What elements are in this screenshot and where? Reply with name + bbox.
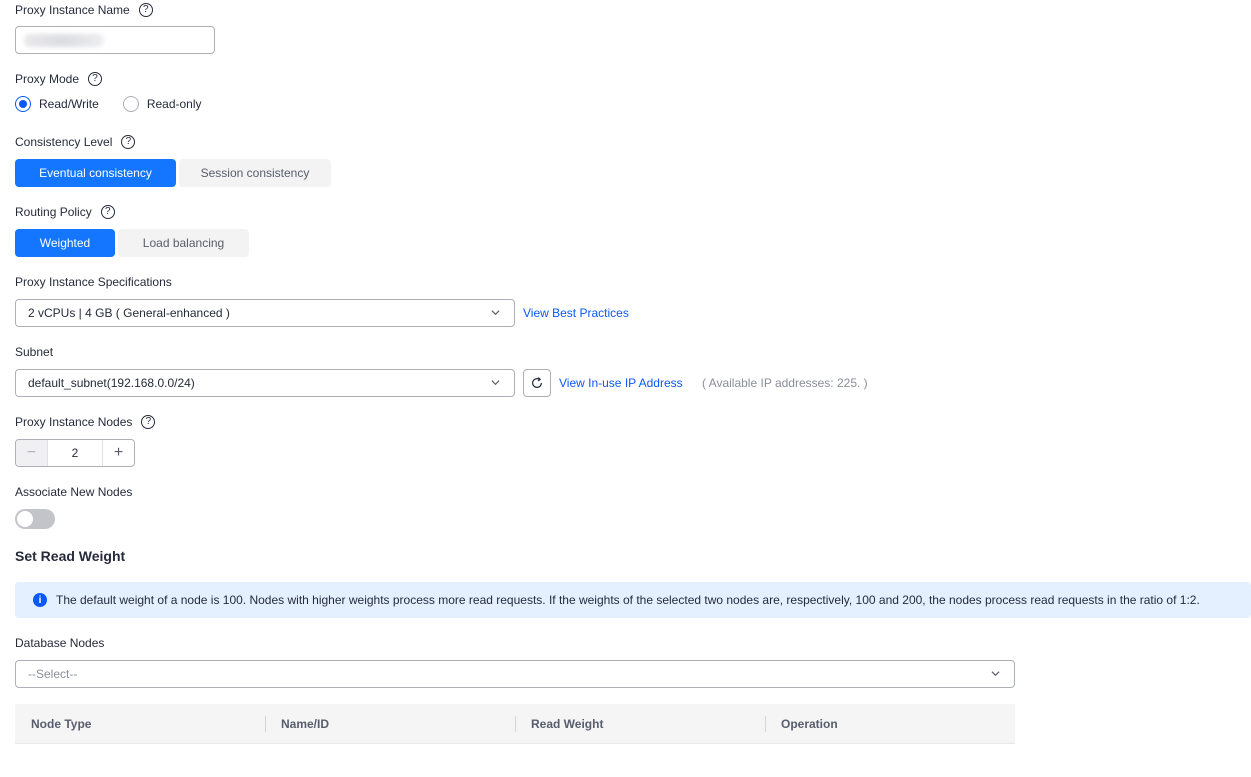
nodes-stepper: − 2 + [15, 439, 135, 467]
refresh-icon [532, 377, 542, 388]
consistency-label-row: Consistency Level ? [15, 134, 136, 150]
specs-select[interactable]: 2 vCPUs | 4 GB ( General-enhanced ) [15, 299, 515, 327]
db-nodes-label: Database Nodes [15, 636, 105, 650]
proxy-name-label: Proxy Instance Name [15, 3, 130, 17]
help-icon[interactable]: ? [138, 3, 153, 17]
decrement-button[interactable]: − [16, 440, 48, 466]
associate-label-row: Associate New Nodes [15, 484, 132, 500]
chevron-down-icon [991, 671, 1000, 677]
column-header-name-id: Name/ID [265, 715, 515, 732]
subnet-value: default_subnet(192.168.0.0/24) [28, 376, 195, 390]
info-icon: i [33, 593, 47, 607]
view-best-practices-link[interactable]: View Best Practices [523, 306, 629, 320]
radio-read-write[interactable]: Read/Write [15, 96, 99, 112]
section-title: Set Read Weight [15, 548, 126, 564]
help-icon[interactable]: ? [141, 415, 156, 429]
specs-label: Proxy Instance Specifications [15, 275, 172, 289]
column-header-operation: Operation [765, 715, 1015, 732]
radio-read-only[interactable]: Read-only [122, 96, 202, 112]
consistency-segmented: Eventual consistency Session consistency [15, 159, 331, 187]
info-alert: i The default weight of a node is 100. N… [15, 582, 1251, 618]
column-header-read-weight: Read Weight [515, 715, 765, 732]
routing-label-row: Routing Policy ? [15, 204, 115, 220]
radio-unchecked-icon [122, 96, 139, 112]
radio-label: Read-only [146, 97, 202, 111]
db-nodes-placeholder: --Select-- [28, 667, 78, 681]
db-nodes-select[interactable]: --Select-- [15, 660, 1015, 688]
info-text: The default weight of a node is 100. Nod… [56, 593, 1200, 607]
associate-toggle[interactable] [15, 509, 55, 529]
associate-label: Associate New Nodes [15, 485, 133, 499]
column-header-node-type: Node Type [31, 716, 92, 731]
refresh-button[interactable] [523, 369, 551, 397]
proxy-mode-label: Proxy Mode [15, 72, 80, 86]
seg-session-consistency[interactable]: Session consistency [179, 159, 331, 187]
consistency-label: Consistency Level [15, 135, 113, 149]
proxy-name-label-row: Proxy Instance Name ? [15, 2, 153, 18]
proxy-name-input[interactable] [15, 26, 215, 54]
proxy-mode-radio-group: Read/Write Read-only [15, 96, 226, 112]
chevron-down-icon [491, 310, 500, 316]
seg-load-balancing[interactable]: Load balancing [118, 229, 249, 257]
available-ip-text: ( Available IP addresses: 225. ) [702, 376, 868, 390]
redacted-value [24, 34, 104, 47]
subnet-select[interactable]: default_subnet(192.168.0.0/24) [15, 369, 515, 397]
db-nodes-label-row: Database Nodes [15, 635, 104, 651]
radio-checked-icon [15, 96, 31, 112]
increment-button[interactable]: + [102, 440, 134, 466]
routing-label: Routing Policy [15, 205, 92, 219]
help-icon[interactable]: ? [88, 72, 103, 86]
specs-label-row: Proxy Instance Specifications [15, 274, 172, 290]
help-icon[interactable]: ? [100, 205, 115, 219]
proxy-mode-label-row: Proxy Mode ? [15, 71, 103, 87]
table-header: Node Type Name/ID Read Weight Operation [15, 704, 1015, 744]
subnet-label: Subnet [15, 345, 54, 359]
chevron-down-icon [491, 380, 500, 386]
subnet-label-row: Subnet [15, 344, 53, 360]
nodes-label: Proxy Instance Nodes [15, 415, 133, 429]
seg-weighted[interactable]: Weighted [15, 229, 115, 257]
nodes-label-row: Proxy Instance Nodes ? [15, 414, 156, 430]
nodes-value[interactable]: 2 [48, 440, 102, 466]
seg-eventual-consistency[interactable]: Eventual consistency [15, 159, 176, 187]
help-icon[interactable]: ? [121, 135, 136, 149]
specs-value: 2 vCPUs | 4 GB ( General-enhanced ) [28, 306, 230, 320]
radio-label: Read/Write [39, 97, 99, 111]
view-in-use-ip-link[interactable]: View In-use IP Address [559, 376, 683, 390]
routing-segmented: Weighted Load balancing [15, 229, 249, 257]
